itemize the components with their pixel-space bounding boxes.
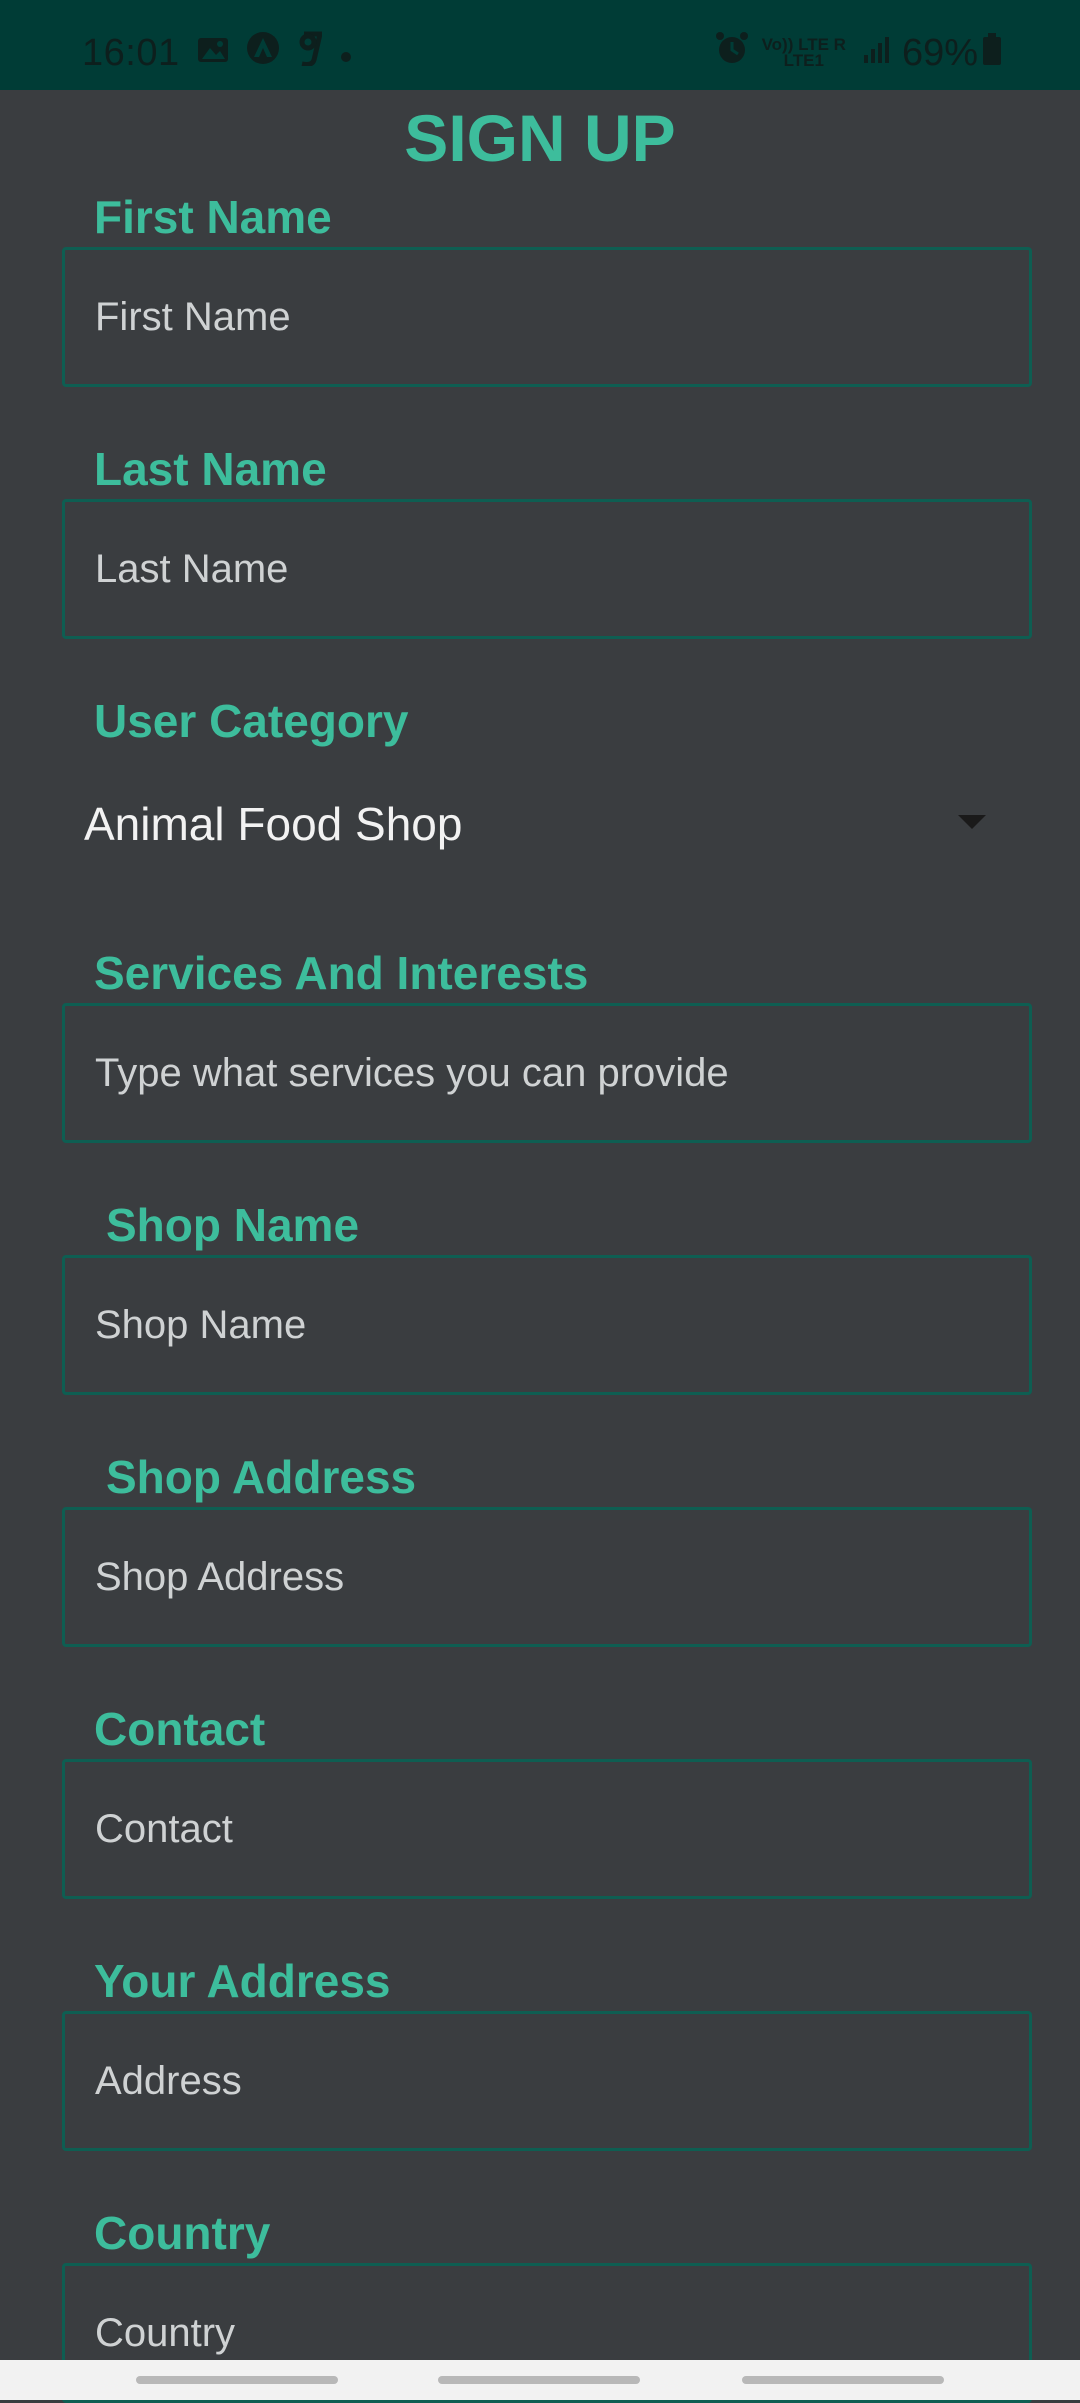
your-address-input[interactable] — [65, 2014, 1029, 2148]
status-left: 16:01 — [82, 30, 354, 76]
nav-home-pill[interactable] — [438, 2376, 640, 2384]
signal-icon — [862, 32, 892, 75]
services-field[interactable] — [62, 1003, 1032, 1143]
your-address-field[interactable] — [62, 2011, 1032, 2151]
last-name-label: Last Name — [94, 443, 327, 495]
network-indicator: Vo)) LTE R LTE1 — [762, 36, 846, 70]
first-name-field[interactable] — [62, 247, 1032, 387]
contact-input[interactable] — [65, 1762, 1029, 1896]
your-address-label: Your Address — [94, 1955, 391, 2007]
status-bar: 16:01 Vo)) LTE R LTE1 69% — [0, 0, 1080, 90]
services-input[interactable] — [65, 1006, 1029, 1140]
network-bottom: LTE1 — [783, 51, 824, 70]
shop-name-input[interactable] — [65, 1258, 1029, 1392]
battery-percent: 69% — [901, 31, 978, 74]
dropdown-caret-icon[interactable] — [958, 815, 986, 829]
page-title: SIGN UP — [404, 101, 676, 175]
last-name-input[interactable] — [65, 502, 1029, 636]
status-right: Vo)) LTE R LTE1 69% — [714, 30, 1002, 76]
battery-icon — [982, 32, 1002, 75]
alarm-icon — [714, 30, 750, 76]
last-name-field[interactable] — [62, 499, 1032, 639]
navigation-bar — [0, 2360, 1080, 2400]
nav-back-pill[interactable] — [742, 2376, 944, 2384]
g-icon — [296, 30, 323, 76]
shop-address-input[interactable] — [65, 1510, 1029, 1644]
nav-recents-pill[interactable] — [136, 2376, 338, 2384]
status-time: 16:01 — [82, 31, 180, 74]
user-category-label: User Category — [94, 695, 409, 747]
contact-label: Contact — [94, 1703, 266, 1755]
shop-address-label: Shop Address — [106, 1451, 417, 1503]
shop-name-label: Shop Name — [106, 1199, 360, 1251]
shop-name-field[interactable] — [62, 1255, 1032, 1395]
country-label: Country — [94, 2207, 271, 2259]
first-name-input[interactable] — [65, 250, 1029, 384]
services-label: Services And Interests — [94, 947, 589, 999]
image-icon — [196, 32, 230, 75]
contact-field[interactable] — [62, 1759, 1032, 1899]
shop-address-field[interactable] — [62, 1507, 1032, 1647]
first-name-label: First Name — [94, 191, 332, 243]
dot-icon — [338, 32, 354, 75]
user-category-value: Animal Food Shop — [84, 798, 463, 850]
app-a-icon — [246, 31, 280, 75]
